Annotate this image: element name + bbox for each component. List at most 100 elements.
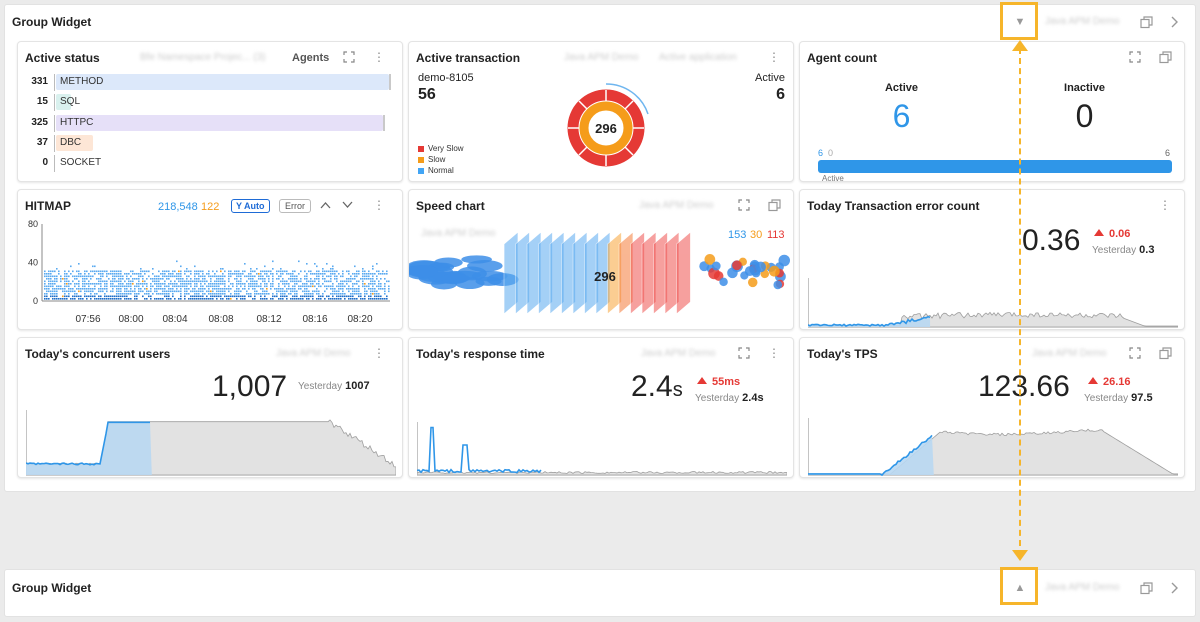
more-menu-icon[interactable]: ⋮: [765, 344, 783, 362]
hit-cell: [148, 295, 150, 298]
error-filter-button[interactable]: Error: [279, 199, 311, 213]
hit-cell: [236, 285, 238, 288]
application-selector[interactable]: Active application: [659, 52, 737, 63]
hit-cell: [242, 273, 244, 275]
hit-cell: [84, 290, 86, 293]
fullscreen-icon[interactable]: [1126, 48, 1144, 66]
hit-cell: [188, 288, 190, 290]
hit-cell: [354, 265, 356, 268]
hit-cell: [94, 288, 96, 290]
agent-count-widget: Agent count Active 6 Inactive 0 6 0 6 Ac…: [799, 41, 1185, 182]
hit-cell: [294, 280, 296, 283]
hit-cell: [234, 293, 236, 295]
hit-cell: [284, 270, 286, 273]
hit-cell: [188, 298, 190, 300]
hit-cell: [214, 293, 216, 295]
hit-cell: [294, 283, 296, 285]
inactive-value: 0: [1075, 98, 1094, 134]
status-row-bar[interactable]: [56, 114, 383, 131]
hit-cell: [76, 295, 78, 298]
fullscreen-icon[interactable]: [1126, 344, 1144, 362]
hit-cell: [266, 293, 268, 295]
hit-cell: [238, 293, 240, 295]
hit-cell: [92, 275, 94, 278]
hit-cell: [224, 283, 226, 285]
hit-count-error: 122: [201, 201, 220, 213]
hit-cell: [118, 293, 120, 295]
more-menu-icon[interactable]: ⋮: [370, 48, 388, 66]
chevron-down-icon[interactable]: [338, 196, 356, 214]
hit-cell: [100, 283, 102, 285]
hit-cell: [86, 270, 88, 273]
hit-cell: [312, 273, 314, 275]
hit-cell: [194, 293, 196, 295]
hit-cell: [98, 270, 100, 273]
hit-cell: [286, 288, 288, 290]
hit-cell: [208, 298, 210, 300]
hit-cell: [240, 273, 242, 275]
hit-cell: [156, 298, 158, 300]
agents-mode-label[interactable]: Agents: [292, 52, 329, 64]
hit-cell: [252, 288, 254, 290]
concurrent-users-chart[interactable]: [26, 410, 396, 476]
hit-cell: [162, 283, 164, 285]
hit-cell: [214, 295, 216, 298]
hit-cell: [296, 295, 298, 298]
hit-cell: [126, 288, 128, 290]
chevron-up-icon[interactable]: [316, 196, 334, 214]
window-copy-icon[interactable]: [765, 196, 783, 214]
bar-left-inactive: 0: [828, 148, 834, 158]
hit-cell: [270, 288, 272, 290]
hit-cell: [248, 288, 250, 290]
hit-cell: [374, 295, 376, 298]
hit-cell: [240, 283, 242, 285]
hit-cell: [112, 285, 114, 288]
tps-chart[interactable]: [808, 418, 1178, 476]
hit-cell: [160, 288, 162, 290]
hit-cell: [164, 295, 166, 298]
y-auto-button[interactable]: Y Auto: [231, 199, 270, 213]
hit-cell: [206, 298, 208, 300]
hit-cell: [174, 285, 176, 288]
window-copy-icon[interactable]: [1156, 48, 1174, 66]
hit-cell: [254, 280, 256, 283]
more-menu-icon[interactable]: ⋮: [765, 48, 783, 66]
hit-cell: [348, 298, 350, 300]
hit-cell: [386, 280, 388, 283]
hit-cell: [294, 293, 296, 295]
hit-cell: [246, 290, 248, 293]
hit-cell: [84, 280, 86, 283]
status-row-bar[interactable]: [56, 74, 389, 90]
error-trend-chart[interactable]: [808, 278, 1178, 328]
hit-cell: [204, 283, 206, 285]
hit-cell: [334, 273, 336, 275]
window-copy-icon[interactable]: [1135, 577, 1157, 599]
response-time-chart[interactable]: [417, 422, 787, 476]
window-copy-icon[interactable]: [1156, 344, 1174, 362]
hit-cell: [196, 283, 198, 285]
hit-cell: [70, 298, 72, 300]
chevron-right-icon[interactable]: [1163, 577, 1185, 599]
hit-cell: [94, 270, 96, 273]
hit-cell: [316, 278, 318, 280]
hit-cell: [256, 273, 258, 275]
hit-cell: [172, 290, 174, 293]
more-menu-icon[interactable]: ⋮: [370, 196, 388, 214]
fullscreen-icon[interactable]: [340, 48, 358, 66]
hit-cell: [384, 283, 386, 285]
fullscreen-icon[interactable]: [735, 344, 753, 362]
window-copy-icon[interactable]: [1135, 11, 1157, 33]
hit-cell: [378, 293, 380, 295]
chevron-right-icon[interactable]: [1163, 11, 1185, 33]
more-menu-icon[interactable]: ⋮: [1156, 196, 1174, 214]
hit-cell: [334, 290, 336, 293]
hit-cell: [192, 288, 194, 290]
hit-cell: [126, 278, 128, 280]
hit-cell: [58, 270, 60, 273]
hit-cell: [70, 265, 72, 268]
row-divider: [54, 134, 55, 152]
more-menu-icon[interactable]: ⋮: [370, 344, 388, 362]
hit-cell: [364, 285, 366, 288]
fullscreen-icon[interactable]: [735, 196, 753, 214]
hitmap-chart[interactable]: 8040007:56 08:00 08:04 08:08 08:12 08:16 08:20: [18, 218, 403, 330]
